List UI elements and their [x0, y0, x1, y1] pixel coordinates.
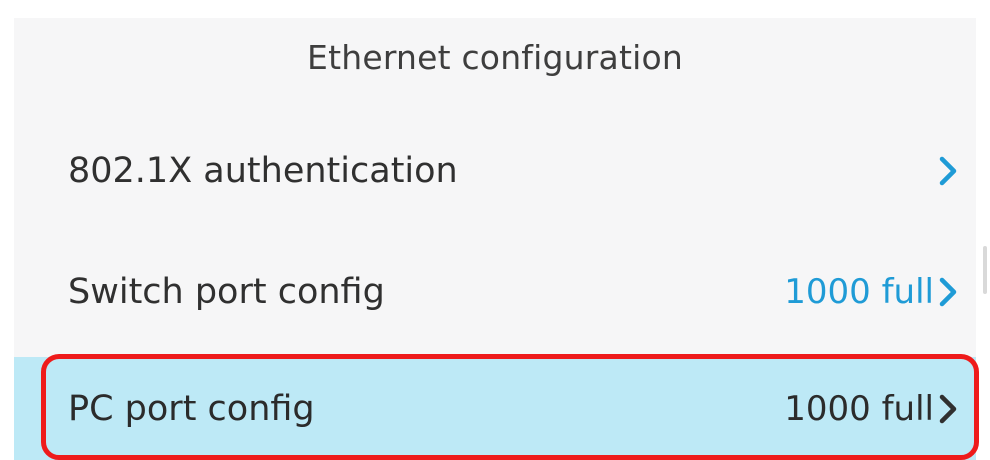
- scroll-indicator[interactable]: [983, 246, 987, 294]
- menu-item-label: PC port config: [68, 388, 315, 429]
- menu-item-label: Switch port config: [68, 272, 385, 312]
- chevron-right-icon: [939, 156, 957, 186]
- menu-item-pc-port-config[interactable]: PC port config 1000 full: [14, 357, 976, 460]
- menu-item-label: 802.1X authentication: [68, 151, 458, 191]
- page-title: Ethernet configuration: [307, 37, 683, 77]
- menu-item-right: [934, 154, 960, 188]
- menu-item-value: 1000 full: [784, 388, 934, 429]
- menu-item-8021x-authentication[interactable]: 802.1X authentication: [14, 112, 976, 230]
- phone-screen: Ethernet configuration 802.1X authentica…: [0, 0, 990, 460]
- chevron-right-icon: [939, 394, 957, 423]
- menu-item-value: 1000 full: [784, 272, 934, 312]
- chevron-right-icon: [939, 277, 957, 307]
- menu-item-right: 1000 full: [784, 272, 960, 312]
- menu-item-switch-port-config[interactable]: Switch port config 1000 full: [14, 233, 976, 351]
- menu-item-right: 1000 full: [784, 389, 960, 429]
